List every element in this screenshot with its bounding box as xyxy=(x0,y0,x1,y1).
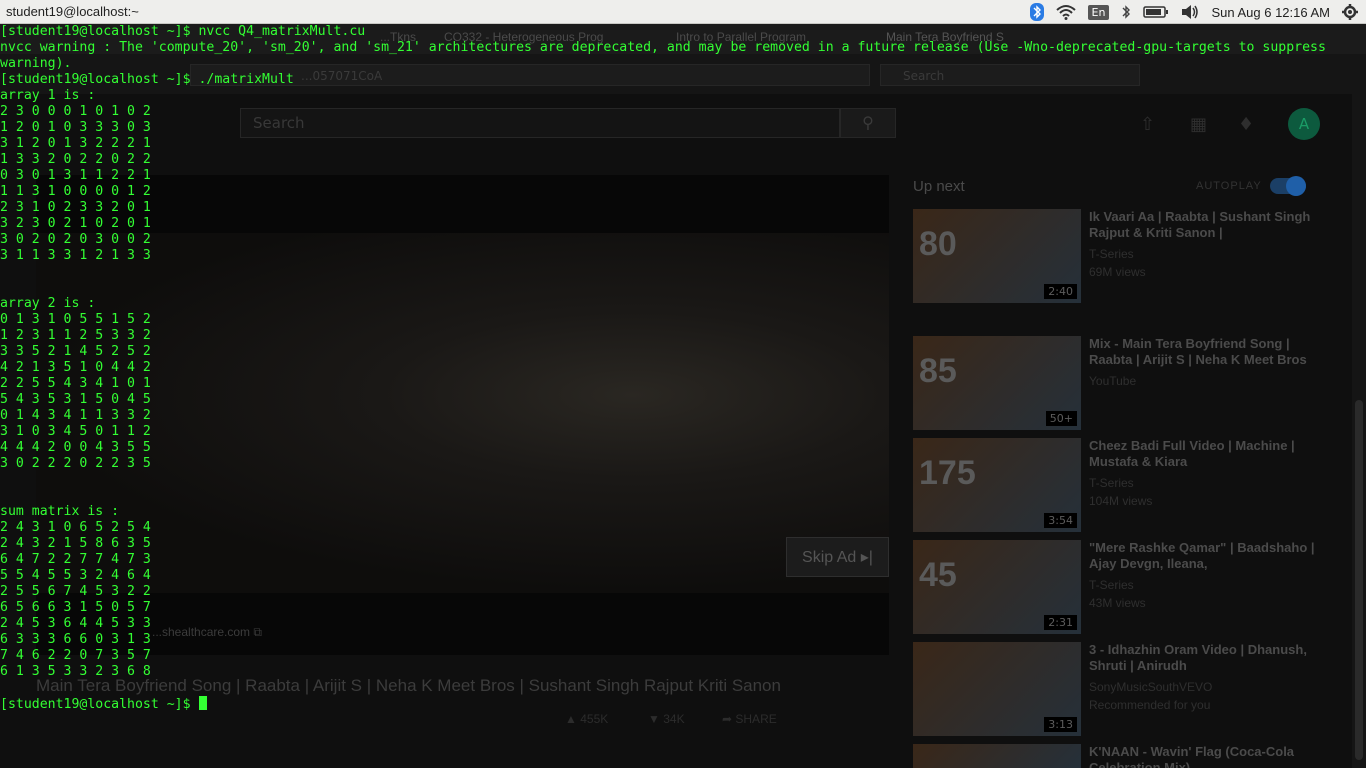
matrix-row: 2 2 5 5 4 3 4 1 0 1 xyxy=(0,376,151,391)
matrix-row: 1 1 3 1 0 0 0 0 1 2 xyxy=(0,184,151,199)
matrix-row: 3 3 5 2 1 4 5 2 5 2 xyxy=(0,344,151,359)
volume-icon[interactable] xyxy=(1181,0,1199,24)
matrix-row: 7 4 6 2 2 0 7 3 5 7 xyxy=(0,648,151,663)
matrix-row: 6 5 6 6 3 1 5 0 5 7 xyxy=(0,600,151,615)
array2-matrix: 0 1 3 1 0 5 5 1 5 2 1 2 3 1 1 2 5 3 3 2 … xyxy=(0,312,1366,472)
matrix-row: 2 5 5 6 7 4 5 3 2 2 xyxy=(0,584,151,599)
sum-matrix: 2 4 3 1 0 6 5 2 5 4 2 4 3 2 1 5 8 6 3 5 … xyxy=(0,520,1366,680)
matrix-row: 4 4 4 2 0 0 4 3 5 5 xyxy=(0,440,151,455)
system-tray: En Sun Aug 6 12:16 AM xyxy=(1029,0,1358,24)
array2-label: array 2 is : xyxy=(0,296,96,311)
terminal-command-line: [student19@localhost ~]$ nvcc Q4_matrixM… xyxy=(0,24,366,39)
matrix-row: 1 2 0 1 0 3 3 3 0 3 xyxy=(0,120,151,135)
matrix-row: 2 4 3 2 1 5 8 6 3 5 xyxy=(0,536,151,551)
sum-matrix-label: sum matrix is : xyxy=(0,504,120,519)
matrix-row: 4 2 1 3 5 1 0 4 4 2 xyxy=(0,360,151,375)
matrix-row: 6 3 3 3 6 6 0 3 1 3 xyxy=(0,632,151,647)
terminal-warning-line: nvcc warning : The 'compute_20', 'sm_20'… xyxy=(0,40,1326,55)
bluetooth-icon[interactable] xyxy=(1029,0,1044,24)
matrix-row: 2 4 3 1 0 6 5 2 5 4 xyxy=(0,520,151,535)
array1-matrix: 2 3 0 0 0 1 0 1 0 2 1 2 0 1 0 3 3 3 0 3 … xyxy=(0,104,1366,264)
matrix-row: 6 1 3 5 3 3 2 3 6 8 xyxy=(0,664,151,679)
terminal-command-line: [student19@localhost ~]$ ./matrixMult xyxy=(0,72,294,87)
terminal-prompt-line[interactable]: [student19@localhost ~]$ xyxy=(0,696,1366,712)
matrix-row: 3 2 3 0 2 1 0 2 0 1 xyxy=(0,216,151,231)
power-gear-icon[interactable] xyxy=(1342,0,1358,24)
matrix-row: 0 1 3 1 0 5 5 1 5 2 xyxy=(0,312,151,327)
matrix-row: 3 1 0 3 4 5 0 1 1 2 xyxy=(0,424,151,439)
system-top-bar: student19@localhost:~ En Sun Aug 6 12:16… xyxy=(0,0,1366,24)
matrix-row: 2 4 5 3 6 4 4 5 3 3 xyxy=(0,616,151,631)
array1-label: array 1 is : xyxy=(0,88,96,103)
battery-icon[interactable] xyxy=(1143,0,1169,24)
matrix-row: 5 5 4 5 5 3 2 4 6 4 xyxy=(0,568,151,583)
matrix-row: 5 4 3 5 3 1 5 0 4 5 xyxy=(0,392,151,407)
matrix-row: 0 1 4 3 4 1 1 3 3 2 xyxy=(0,408,151,423)
terminal-warning-line: warning). xyxy=(0,56,72,71)
terminal-window[interactable]: [student19@localhost ~]$ nvcc Q4_matrixM… xyxy=(0,24,1366,768)
matrix-row: 6 4 7 2 2 7 7 4 7 3 xyxy=(0,552,151,567)
language-label: En xyxy=(1087,4,1110,20)
matrix-row: 1 3 3 2 0 2 2 0 2 2 xyxy=(0,152,151,167)
matrix-row: 3 1 1 3 3 1 2 1 3 3 xyxy=(0,248,151,263)
clock[interactable]: Sun Aug 6 12:16 AM xyxy=(1211,0,1330,24)
bluetooth-status-icon[interactable] xyxy=(1121,0,1131,24)
keyboard-language-indicator[interactable]: En xyxy=(1087,0,1110,24)
matrix-row: 2 3 0 0 0 1 0 1 0 2 xyxy=(0,104,151,119)
matrix-row: 3 0 2 2 2 0 2 2 3 5 xyxy=(0,456,151,471)
wifi-icon[interactable] xyxy=(1055,0,1076,24)
matrix-row: 2 3 1 0 2 3 3 2 0 1 xyxy=(0,200,151,215)
terminal-prompt: [student19@localhost ~]$ xyxy=(0,697,199,712)
matrix-row: 1 2 3 1 1 2 5 3 3 2 xyxy=(0,328,151,343)
matrix-row: 3 0 2 0 2 0 3 0 0 2 xyxy=(0,232,151,247)
window-title: student19@localhost:~ xyxy=(6,4,139,19)
matrix-row: 3 1 2 0 1 3 2 2 2 1 xyxy=(0,136,151,151)
terminal-cursor[interactable] xyxy=(198,696,207,710)
matrix-row: 0 3 0 1 3 1 1 2 2 1 xyxy=(0,168,151,183)
